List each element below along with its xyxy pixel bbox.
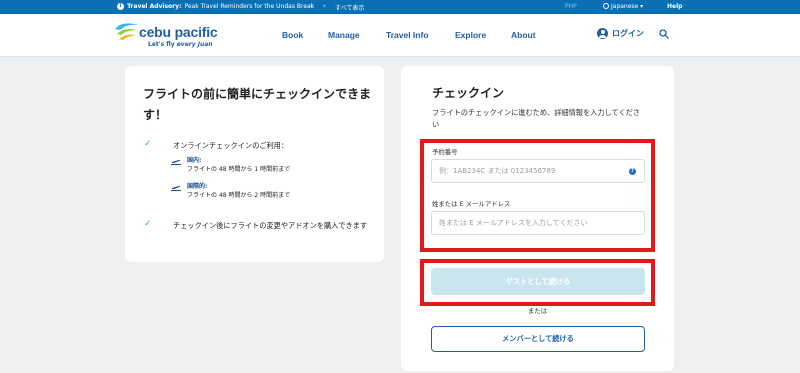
domestic-label: 国内: [187, 157, 202, 164]
login-button[interactable]: ログイン [597, 28, 644, 39]
checkin-subtitle: フライトのチェックインに進むため、詳細情報を入力してください [432, 108, 641, 129]
user-icon [597, 28, 608, 39]
tagline-emphasis: every Juan [176, 41, 213, 48]
language-label: Japanese [611, 3, 639, 10]
show-all-link[interactable]: すべて表示 [335, 3, 364, 12]
advisory-bar: i Travel Advisory: Peak Travel Reminders … [0, 0, 800, 14]
nav-book[interactable]: Book [282, 30, 303, 40]
nav-manage[interactable]: Manage [328, 30, 360, 40]
language-selector[interactable]: Japanese ▾ [603, 3, 643, 10]
checkin-info-card: フライトの前に簡単にチェックインできます！ ✓ オンラインチェックインのご利用：… [125, 66, 384, 262]
nav-travel-info[interactable]: Travel Info [386, 30, 429, 40]
checkmark-icon: ✓ [144, 139, 152, 149]
online-checkin-item: オンラインチェックインのご利用： [173, 141, 289, 150]
help-link[interactable]: Help [667, 3, 682, 10]
annotation-highlight-form [420, 139, 655, 252]
chevron-right-icon[interactable]: › [323, 2, 326, 10]
checkin-title: チェックイン [432, 86, 505, 100]
domestic-text: フライトの 48 時間から 1 時間前まで [187, 166, 291, 173]
site-header: cebu pacific Let's fly every Juan Book M… [0, 14, 800, 57]
search-icon[interactable] [659, 29, 669, 39]
plane-departure-icon [171, 185, 181, 191]
nav-about[interactable]: About [511, 30, 536, 40]
plane-departure-icon [171, 159, 181, 165]
chevron-left-icon[interactable]: ‹ [310, 2, 313, 10]
domestic-info: 国内: フライトの 48 時間から 1 時間前まで [187, 156, 367, 174]
advisory[interactable]: i Travel Advisory: Peak Travel Reminders … [117, 3, 314, 10]
nav-explore[interactable]: Explore [455, 30, 486, 40]
login-label: ログイン [612, 29, 644, 38]
info-title: フライトの前に簡単にチェックインできます！ [143, 87, 372, 122]
advisory-label: Travel Advisory: [127, 3, 182, 10]
currency-selector[interactable]: PHP [565, 3, 577, 10]
or-divider: または [527, 307, 548, 315]
international-text: フライトの 48 時間から 2 時間前まで [187, 192, 291, 199]
tagline: Let's fly every Juan [148, 41, 213, 48]
logo-icon[interactable] [114, 21, 140, 43]
international-label: 国際的: [187, 183, 208, 190]
advisory-text[interactable]: Peak Travel Reminders for the Undas Brea… [184, 3, 314, 10]
international-info: 国際的: フライトの 48 時間から 2 時間前まで [187, 182, 367, 200]
annotation-highlight-guest-button [420, 259, 655, 306]
checkmark-icon: ✓ [144, 219, 152, 229]
globe-icon [603, 3, 609, 9]
brand-name[interactable]: cebu pacific [139, 24, 218, 40]
continue-as-member-button[interactable]: メンバーとして続ける [431, 326, 645, 352]
tagline-prefix: Let's fly [148, 41, 177, 48]
change-flight-item: チェックイン後にフライトの変更やアドオンを購入できます [173, 221, 368, 230]
info-icon: i [117, 3, 124, 10]
